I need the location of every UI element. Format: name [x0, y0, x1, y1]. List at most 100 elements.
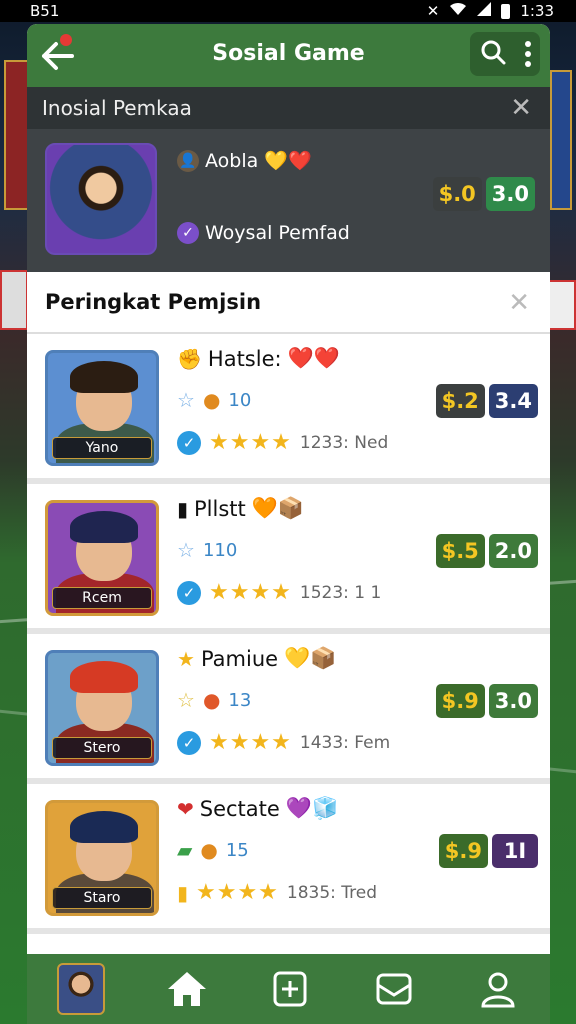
player-name-row: ▮ Pllstt 🧡📦 — [177, 496, 304, 521]
rating-text: 1523: 1 1 — [299, 582, 382, 603]
signal-icon — [477, 2, 492, 20]
search-button[interactable] — [480, 39, 506, 69]
status-time: 1:33 — [520, 2, 554, 20]
status-left-text: B51 — [30, 2, 60, 20]
ranking-item[interactable]: Yano ✊ Hatsle: ❤️❤️ ☆ ● 10 ✓ ★★★★ 1233: … — [27, 334, 550, 484]
player-badges: $.5 2.0 — [435, 534, 538, 568]
nav-add[interactable] — [268, 967, 312, 1011]
kebab-dot — [524, 41, 531, 47]
search-icon — [481, 40, 505, 65]
kebab-dot — [524, 61, 531, 67]
verified-icon: ✓ — [177, 730, 201, 755]
rating-text: 1433: Fem — [299, 732, 391, 753]
star-outline-icon: ☆ — [177, 688, 195, 712]
player-badges: $.9 3.0 — [435, 684, 538, 718]
rating-text: 1835: Tred — [286, 882, 378, 903]
heart-icon: ❤ — [177, 796, 194, 821]
battery-icon — [501, 3, 511, 19]
close-notification-button[interactable]: ✕ — [510, 95, 532, 121]
boot-icon: ▮ — [177, 496, 189, 521]
ranking-title: Peringkat Pemjsin — [45, 290, 262, 314]
notification-line1-text: Aobla — [205, 149, 259, 172]
player-rating-row: ✓ ★★★★ 1433: Fem — [177, 730, 390, 755]
player-name: Pamiue — [200, 646, 279, 671]
player-avatar: Stero — [45, 650, 159, 766]
rating-stars: ★★★★ — [196, 880, 279, 905]
notification-line2-text: Woysal Pemfad — [205, 222, 350, 244]
more-menu-button[interactable] — [524, 41, 531, 67]
medal-icon: ● — [202, 688, 221, 712]
player-name-row: ❤ Sectate 💜🧊 — [177, 796, 338, 821]
notification-body: 👤 Aobla 💛❤️ ✓ Woysal Pemfad $.0 3.0 — [27, 129, 550, 255]
score-badge: 3.4 — [488, 384, 538, 418]
heart-icons: 💛❤️ — [264, 150, 312, 172]
verified-icon: ✓ — [177, 580, 201, 605]
player-tag: Rcem — [52, 587, 152, 609]
close-ranking-button[interactable]: ✕ — [508, 290, 530, 316]
price-badge: $.5 — [435, 534, 485, 568]
kebab-dot — [524, 51, 531, 57]
ranking-header: Peringkat Pemjsin — [27, 272, 550, 334]
add-card-icon — [273, 971, 307, 1007]
person-icon: ● — [200, 838, 218, 862]
right-banner — [550, 70, 572, 210]
player-tag: Yano — [52, 437, 152, 459]
heart-icons: 💜🧊 — [285, 796, 339, 820]
fist-icon: ✊ — [177, 346, 202, 371]
player-rating-row: ✓ ★★★★ 1233: Ned — [177, 430, 388, 455]
bottom-nav — [27, 954, 550, 1024]
player-rating-row: ▮ ★★★★ 1835: Tred — [177, 880, 377, 905]
user-icon — [481, 972, 515, 1008]
player-tag: Stero — [52, 737, 152, 759]
player-avatar: Staro — [45, 800, 159, 916]
nav-profile[interactable] — [476, 967, 520, 1011]
star-outline-icon: ☆ — [177, 388, 195, 412]
wifi-icon — [449, 2, 467, 20]
score-badge: 3.0 — [488, 684, 538, 718]
app-window: Sosial Game Inosial Pemkaa ✕ � — [27, 24, 550, 1024]
purple-check-icon: ✓ — [177, 222, 199, 244]
notification-panel: Inosial Pemkaa ✕ 👤 Aobla 💛❤️ ✓ Woysal Pe… — [27, 87, 550, 272]
price-badge: $.9 — [435, 684, 485, 718]
nav-profile-avatar[interactable] — [56, 963, 105, 1015]
player-level: 15 — [225, 839, 249, 861]
ranking-item[interactable]: Stero ★ Pamiue 💛📦 ☆ ● 13 ✓ ★★★★ 1433: Fe… — [27, 634, 550, 784]
notification-header: Inosial Pemkaa — [27, 87, 550, 129]
notification-info: 👤 Aobla 💛❤️ ✓ Woysal Pemfad $.0 3.0 — [177, 143, 550, 255]
top-actions — [470, 32, 540, 76]
notification-badges: $.0 3.0 — [432, 177, 535, 211]
player-level: 10 — [228, 389, 252, 411]
ranking-item[interactable]: Rcem ▮ Pllstt 🧡📦 ☆ 110 ✓ ★★★★ 1523: 1 1 … — [27, 484, 550, 634]
rating-stars: ★★★★ — [209, 430, 292, 455]
price-badge: $.2 — [435, 384, 485, 418]
player-name: Sectate — [199, 796, 280, 821]
ranking-item[interactable]: Staro ❤ Sectate 💜🧊 ▰ ● 15 ▮ ★★★★ 1835: T… — [27, 784, 550, 934]
notification-title: Inosial Pemkaa — [42, 96, 192, 120]
heart-icons: 💛📦 — [284, 646, 337, 670]
player-tag: Staro — [52, 887, 152, 909]
player-name-row: ★ Pamiue 💛📦 — [177, 646, 336, 671]
player-level: 13 — [228, 689, 252, 711]
star-icon: ★ — [177, 646, 195, 671]
person-icon: ● — [202, 388, 221, 412]
mute-icon: ✕ — [426, 2, 440, 20]
player-badges: $.9 1I — [438, 834, 538, 868]
notification-line2: ✓ Woysal Pemfad — [177, 222, 550, 244]
back-button[interactable] — [27, 24, 87, 87]
player-level-row: ☆ ● 10 — [177, 388, 251, 412]
score-badge: 3.0 — [485, 177, 535, 211]
player-level-row: ▰ ● 15 — [177, 838, 249, 862]
star-outline-icon: ☆ — [177, 538, 195, 562]
player-rating-row: ✓ ★★★★ 1523: 1 1 — [177, 580, 381, 605]
verified-icon: ✓ — [177, 430, 201, 455]
nav-inbox[interactable] — [372, 967, 416, 1011]
rating-text: 1233: Ned — [299, 432, 389, 453]
rating-stars: ★★★★ — [209, 730, 292, 755]
heart-icons: 🧡📦 — [251, 496, 305, 520]
notification-line1: 👤 Aobla 💛❤️ — [177, 149, 550, 172]
nav-home[interactable] — [165, 967, 209, 1011]
trophy-icon: ▮ — [177, 880, 189, 905]
right-board — [548, 280, 576, 330]
heart-icons: ❤️❤️ — [287, 346, 340, 370]
status-bar: B51 ✕ 1:33 — [0, 0, 576, 22]
